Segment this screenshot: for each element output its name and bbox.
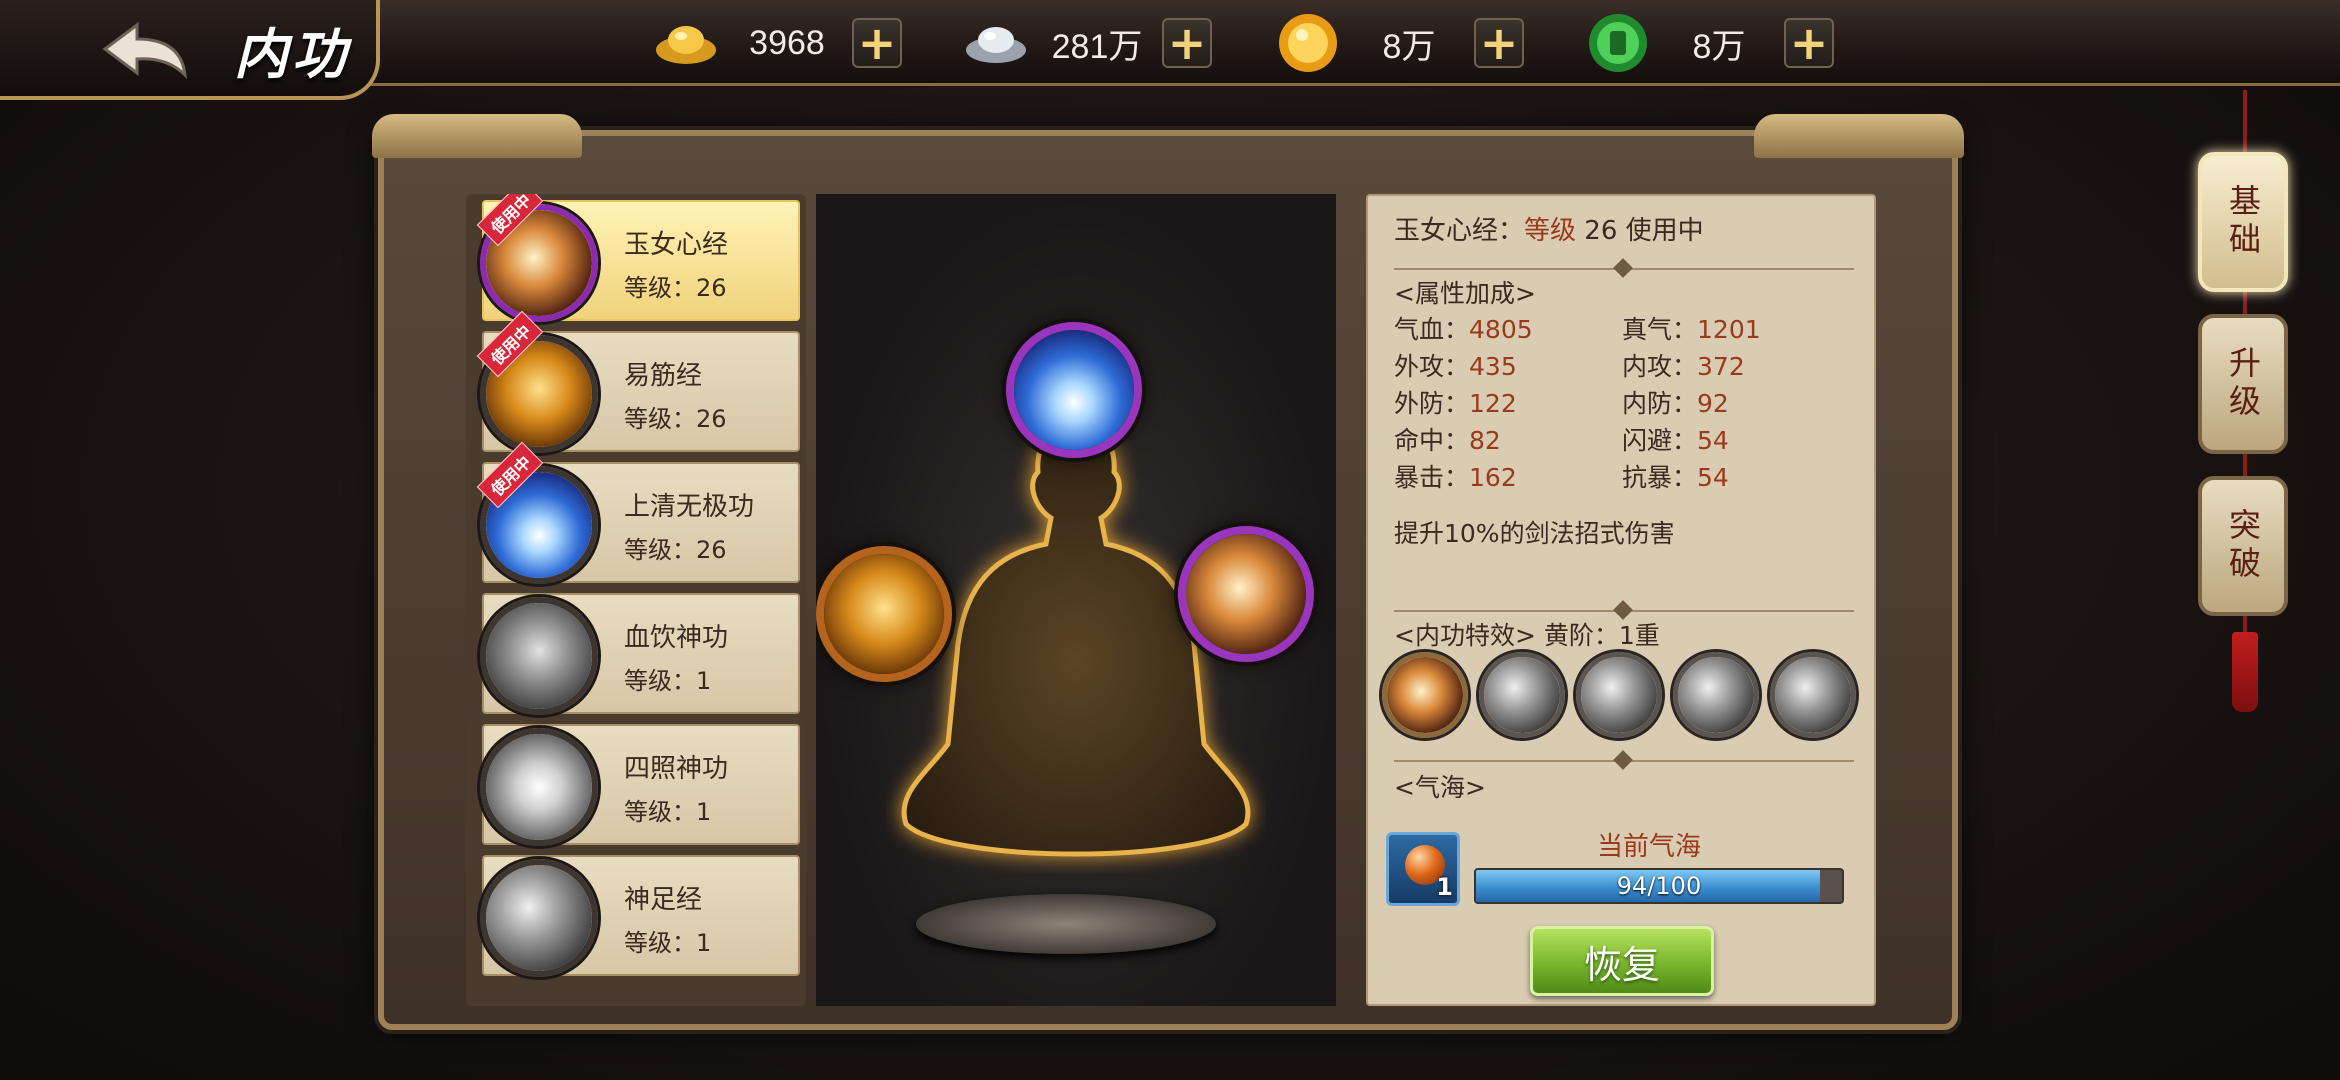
- divider: [1394, 600, 1854, 620]
- gold-coin-icon: [1272, 10, 1344, 76]
- jade-coin-icon: [1582, 10, 1654, 76]
- slot-top-blue-energy-icon[interactable]: [1006, 322, 1142, 458]
- effect-slot-locked-icon[interactable]: [1576, 652, 1662, 738]
- restore-button[interactable]: 恢复: [1530, 926, 1714, 996]
- skill-level: 等级：1: [624, 667, 712, 695]
- skill-item-sizhao-shengong[interactable]: 四照神功 等级：1: [480, 724, 800, 846]
- effect-slot-locked-icon[interactable]: [1770, 652, 1856, 738]
- stat-external-defense: 外防：122: [1394, 389, 1517, 418]
- stat-qi: 真气：1201: [1622, 315, 1761, 344]
- page-title: 内功: [234, 22, 350, 86]
- bonus-description: 提升10%的剑法招式伤害: [1394, 519, 1675, 548]
- skill-item-yunu-xinjing[interactable]: 使用中 玉女心经 等级：26: [476, 194, 800, 322]
- gold-ingot-icon: [650, 10, 722, 76]
- tab-upgrade[interactable]: 升级: [2198, 314, 2288, 454]
- skill-level: 等级：1: [624, 929, 712, 957]
- slot-right-sword-dancer-icon[interactable]: [1178, 526, 1314, 662]
- effect-slot-sword-dancer-icon[interactable]: [1382, 652, 1468, 738]
- stat-internal-defense: 内防：92: [1622, 389, 1729, 418]
- frame-ornament-left: [372, 114, 582, 158]
- skill-level: 等级：1: [624, 798, 712, 826]
- back-arrow-icon: [102, 22, 187, 80]
- skill-detail-panel: 玉女心经：等级 26 使用中 <属性加成> 气血：4805 真气：1201 外攻…: [1366, 194, 1876, 1006]
- skill-item-shenzu-jing[interactable]: 神足经 等级：1: [480, 855, 800, 977]
- gold-coin-value: 8万: [1382, 27, 1436, 66]
- stat-internal-attack: 内攻：372: [1622, 352, 1745, 381]
- skill-name: 玉女心经: [624, 230, 729, 260]
- stat-dodge: 闪避：54: [1622, 426, 1729, 455]
- attribute-bonus-header: <属性加成>: [1394, 279, 1536, 308]
- effect-slot-locked-icon[interactable]: [1673, 652, 1759, 738]
- slot-left-meditating-monk-icon[interactable]: [816, 546, 952, 682]
- stat-hit: 命中：82: [1394, 426, 1501, 455]
- tab-breakthrough[interactable]: 突破: [2198, 476, 2288, 616]
- radiant-light-icon: [480, 728, 598, 846]
- skill-name: 神足经: [624, 885, 703, 915]
- stat-crit: 暴击：162: [1394, 463, 1517, 492]
- qihai-progress-text: 94/100: [1616, 872, 1702, 900]
- add-gold-coin-button[interactable]: +: [1474, 18, 1524, 68]
- skill-name: 上清无极功: [624, 492, 755, 522]
- divider: [1394, 750, 1854, 770]
- skill-list[interactable]: 使用中 玉女心经 等级：26 使用中 易筋经 等级：26 使用中 上清无极功 等…: [466, 194, 806, 1006]
- gold-ingot-value: 3968: [749, 23, 825, 62]
- currency-gold-coin: 8万 +: [1272, 10, 1524, 76]
- pedestal: [916, 894, 1216, 954]
- add-gold-ingot-button[interactable]: +: [852, 18, 902, 68]
- effect-slot-locked-icon[interactable]: [1479, 652, 1565, 738]
- jade-coin-value: 8万: [1692, 27, 1746, 66]
- skill-item-xueyin-shengong[interactable]: 血饮神功 等级：1: [480, 593, 800, 715]
- add-silver-ingot-button[interactable]: +: [1162, 18, 1212, 68]
- swirling-wind-icon: [480, 859, 598, 977]
- skill-item-shangqing-wuji[interactable]: 使用中 上清无极功 等级：26: [476, 441, 800, 584]
- skill-name: 四照神功: [624, 754, 729, 784]
- skill-name: 血饮神功: [624, 623, 729, 653]
- detail-title: 玉女心经：等级 26 使用中: [1394, 216, 1704, 246]
- main-panel: 使用中 玉女心经 等级：26 使用中 易筋经 等级：26 使用中 上清无极功 等…: [372, 114, 1964, 1030]
- stat-hp: 气血：4805: [1394, 315, 1533, 344]
- beast-fang-icon: [480, 597, 598, 715]
- silver-ingot-value: 281万: [1051, 27, 1143, 66]
- red-tassel: [2232, 632, 2258, 712]
- divider: [1394, 258, 1854, 278]
- back-button[interactable]: [92, 14, 202, 84]
- skill-name: 易筋经: [624, 361, 703, 391]
- skill-level: 等级：26: [624, 405, 727, 433]
- meditation-scene: [816, 194, 1336, 1006]
- currency-gold-ingot: 3968 +: [650, 10, 902, 76]
- qihai-progress-bar: 94/100: [1474, 868, 1844, 904]
- frame-ornament-right: [1754, 114, 1964, 158]
- skill-item-yijin-jing[interactable]: 使用中 易筋经 等级：26: [476, 310, 800, 453]
- qihai-header: <气海>: [1394, 773, 1486, 802]
- currency-jade-coin: 8万 +: [1582, 10, 1834, 76]
- stat-external-attack: 外攻：435: [1394, 352, 1517, 381]
- qihai-item-count: 1: [1436, 873, 1453, 901]
- internal-effect-header: <内功特效> 黄阶：1重: [1394, 621, 1660, 650]
- silver-ingot-icon: [960, 10, 1032, 76]
- currency-silver-ingot: 281万 +: [960, 10, 1212, 76]
- stat-crit-resist: 抗暴：54: [1622, 463, 1729, 492]
- skill-level: 等级：26: [624, 536, 727, 564]
- top-bar: 内功 3968 + 281万 + 8万 + 8万 +: [0, 0, 2340, 100]
- skill-level: 等级：26: [624, 274, 727, 302]
- qihai-label: 当前气海: [1596, 832, 1701, 862]
- tab-basic[interactable]: 基础: [2198, 152, 2288, 292]
- qihai-orb-item-icon[interactable]: 1: [1386, 832, 1460, 906]
- add-jade-coin-button[interactable]: +: [1784, 18, 1834, 68]
